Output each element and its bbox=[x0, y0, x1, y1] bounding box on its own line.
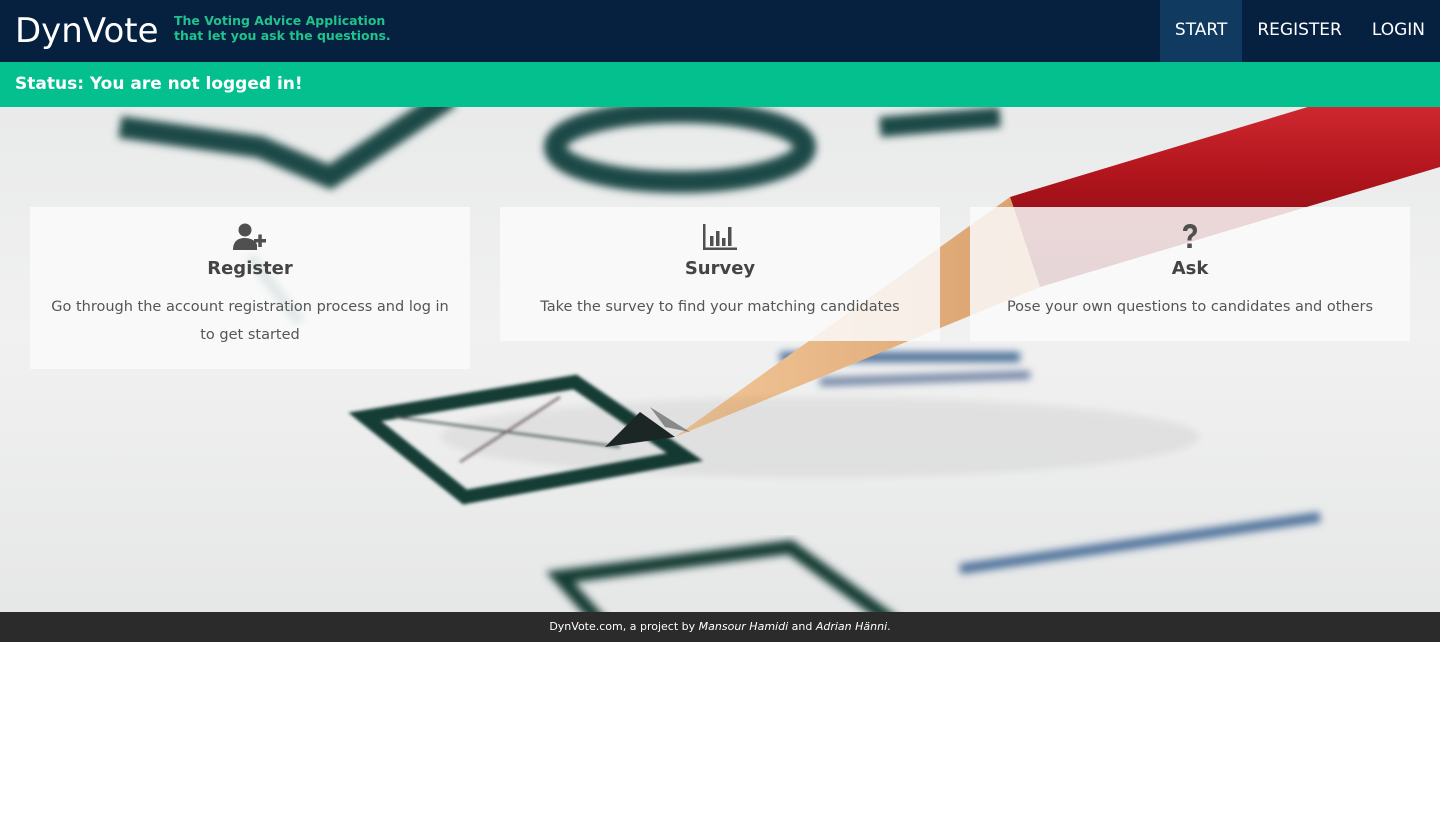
tagline-line-2: that let you ask the questions. bbox=[174, 28, 391, 43]
register-card-description: Go through the account registration proc… bbox=[51, 299, 449, 343]
main-nav: START REGISTER LOGIN bbox=[1159, 0, 1440, 62]
survey-card[interactable]: Survey Take the survey to find your matc… bbox=[500, 207, 940, 341]
user-plus-icon bbox=[30, 223, 470, 253]
register-card[interactable]: Register Go through the account registra… bbox=[30, 207, 470, 369]
footer-author-1: Mansour Hamidi bbox=[698, 620, 789, 633]
register-card-title: Register bbox=[207, 258, 293, 279]
bar-chart-icon bbox=[500, 223, 940, 253]
brand-tagline: The Voting Advice Application that let y… bbox=[174, 13, 391, 43]
nav-register[interactable]: REGISTER bbox=[1242, 0, 1356, 62]
footer-suffix: . bbox=[887, 620, 891, 633]
hero-section: Register Go through the account registra… bbox=[0, 107, 1440, 612]
status-text: Status: You are not logged in! bbox=[15, 74, 303, 94]
ask-card-description: Pose your own questions to candidates an… bbox=[1006, 299, 1374, 315]
footer-prefix: DynVote.com, a project by bbox=[549, 620, 699, 633]
nav-login[interactable]: LOGIN bbox=[1357, 0, 1440, 62]
tagline-line-1: The Voting Advice Application bbox=[174, 13, 386, 28]
status-bar: Status: You are not logged in! bbox=[0, 62, 1440, 107]
footer-author-2: Adrian Hänni bbox=[815, 620, 888, 633]
ask-card-title: Ask bbox=[1171, 258, 1209, 279]
top-navbar: DynVote The Voting Advice Application th… bbox=[0, 0, 1440, 62]
question-icon bbox=[970, 223, 1410, 253]
footer-connector: and bbox=[788, 620, 816, 633]
brand-logo[interactable]: DynVote bbox=[15, 9, 159, 53]
survey-card-title: Survey bbox=[684, 258, 756, 279]
survey-card-description: Take the survey to find your matching ca… bbox=[540, 299, 900, 315]
page-footer: DynVote.com, a project by Mansour Hamidi… bbox=[0, 612, 1440, 642]
ask-card[interactable]: Ask Pose your own questions to candidate… bbox=[970, 207, 1410, 341]
nav-start[interactable]: START bbox=[1159, 0, 1243, 62]
